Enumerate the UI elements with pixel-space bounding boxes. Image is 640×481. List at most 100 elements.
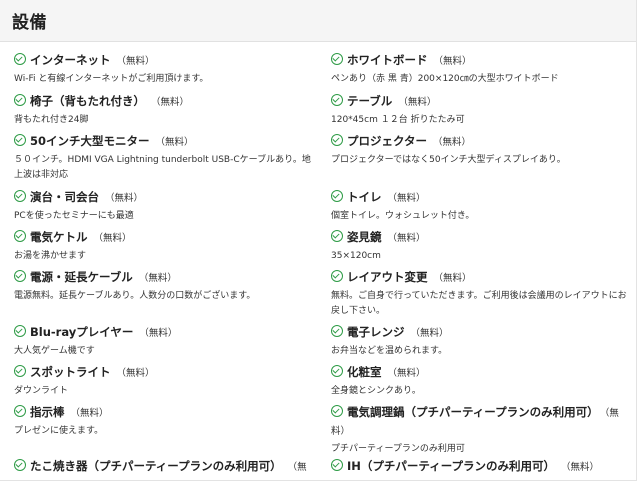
free-badge: （無料） <box>433 273 472 284</box>
item-desc: 35×120cm <box>331 251 381 261</box>
item-name: スポットライト <box>30 365 111 379</box>
item-name: 演台・司会台 <box>30 190 99 204</box>
check-circle-icon <box>14 405 26 417</box>
free-badge: （無料） <box>105 193 144 204</box>
item-desc: Wi-Fi と有線インターネットがご利用頂けます。 <box>14 74 209 84</box>
equipment-item: 電源・延長ケーブル （無料） 電源無料。延長ケーブルあり。人数分の口数がございます… <box>14 269 314 304</box>
item-name: 電気ケトル <box>30 230 88 244</box>
item-desc: ペンあり（赤 黒 青）200×120㎝の大型ホワイトボード <box>331 74 559 84</box>
equipment-item: テーブル （無料） 120*45cm １２台 折りたたみ可 <box>331 93 631 128</box>
equipment-item: ホワイトボード （無料） ペンあり（赤 黒 青）200×120㎝の大型ホワイトボー… <box>331 52 631 87</box>
free-badge: （無料） <box>116 56 155 67</box>
item-name: 50インチ大型モニター <box>30 134 150 148</box>
equipment-item: 電気ケトル （無料） お湯を沸かせます <box>14 229 314 264</box>
item-desc: お湯を沸かせます <box>14 251 87 261</box>
free-badge: （無料） <box>93 233 132 244</box>
equipment-item: 指示棒 （無料） プレゼンに使えます。 <box>14 404 314 439</box>
item-name: 電子レンジ <box>347 325 405 339</box>
item-name: テーブル <box>347 94 393 108</box>
item-name: 指示棒 <box>30 405 65 419</box>
equipment-item: トイレ （無料） 個室トイレ。ウォシュレット付き。 <box>331 189 631 224</box>
equipment-item: 椅子（背もたれ付き） （無料） 背もたれ付き24脚 <box>14 93 314 128</box>
item-name: 化粧室 <box>347 365 382 379</box>
item-desc: プロジェクターではなく50インチ大型ディスプレイあり。 <box>331 155 566 165</box>
item-name: インターネット <box>30 53 111 67</box>
item-name: Blu-rayプレイヤー <box>30 325 134 339</box>
free-badge: （無料） <box>387 368 426 379</box>
equipment-item: 50インチ大型モニター （無料） ５０インチ。HDMI VGA Lightning… <box>14 133 314 183</box>
item-desc: プチパーティープランのみ利用可 <box>331 444 465 454</box>
item-name: ホワイトボード <box>347 53 428 67</box>
equipment-item: スポットライト （無料） ダウンライト <box>14 364 314 399</box>
check-circle-icon <box>14 134 26 146</box>
free-badge: （無料） <box>387 233 426 244</box>
check-circle-icon <box>331 405 343 417</box>
section-title: 設備 <box>12 13 47 33</box>
check-circle-icon <box>14 325 26 337</box>
equipment-item: 電気調理鍋（プチパーティープランのみ利用可） （無料） プチパーティープランのみ利… <box>331 404 631 457</box>
equipment-item: 姿見鏡 （無料） 35×120cm <box>331 229 631 264</box>
equipment-item: たこ焼き器（プチパーティープランのみ利用可） （無 <box>14 458 314 478</box>
item-desc: ５０インチ。HDMI VGA Lightning tunderbolt USB-… <box>14 155 311 180</box>
check-circle-icon <box>14 94 26 106</box>
check-circle-icon <box>331 270 343 282</box>
free-badge: （無料） <box>398 97 437 108</box>
item-desc: 個室トイレ。ウォシュレット付き。 <box>331 211 475 221</box>
free-badge: （無料） <box>139 328 178 339</box>
check-circle-icon <box>14 459 26 471</box>
equipment-item: IH（プチパーティープランのみ利用可） （無料） <box>331 458 631 478</box>
item-desc: 120*45cm １２台 折りたたみ可 <box>331 115 465 125</box>
check-circle-icon <box>331 53 343 65</box>
check-circle-icon <box>331 190 343 202</box>
check-circle-icon <box>14 190 26 202</box>
free-badge: （無料） <box>70 408 109 419</box>
equipment-item: プロジェクター （無料） プロジェクターではなく50インチ大型ディスプレイあり。 <box>331 133 631 168</box>
item-name: 姿見鏡 <box>347 230 382 244</box>
card-header: 設備 <box>0 0 636 42</box>
item-desc: プレゼンに使えます。 <box>14 426 104 436</box>
free-badge: （無 <box>287 462 307 473</box>
check-circle-icon <box>331 94 343 106</box>
equipment-item: Blu-rayプレイヤー （無料） 大人気ゲーム機です <box>14 324 314 359</box>
free-badge: （無料） <box>433 56 472 67</box>
item-name: たこ焼き器（プチパーティープランのみ利用可） <box>30 459 282 473</box>
free-badge: （無料） <box>561 462 600 473</box>
check-circle-icon <box>14 230 26 242</box>
item-name: トイレ <box>347 190 382 204</box>
item-name: プロジェクター <box>347 134 428 148</box>
free-badge: （無料） <box>116 368 155 379</box>
item-name: 椅子（背もたれ付き） <box>30 94 145 108</box>
free-badge: （無料） <box>410 328 449 339</box>
equipment-item: インターネット （無料） Wi-Fi と有線インターネットがご利用頂けます。 <box>14 52 314 87</box>
item-desc: お弁当などを温められます。 <box>331 346 448 356</box>
check-circle-icon <box>14 270 26 282</box>
free-badge: （無料） <box>151 97 190 108</box>
check-circle-icon <box>331 230 343 242</box>
free-badge: （無料） <box>155 137 194 148</box>
check-circle-icon <box>14 365 26 377</box>
item-desc: ダウンライト <box>14 386 69 396</box>
item-desc: 大人気ゲーム機です <box>14 346 95 356</box>
item-desc: PCを使ったセミナーにも最適 <box>14 211 134 221</box>
item-name: 電源・延長ケーブル <box>30 270 133 284</box>
free-badge: （無料） <box>138 273 177 284</box>
free-badge: （無料） <box>433 137 472 148</box>
equipment-item: 演台・司会台 （無料） PCを使ったセミナーにも最適 <box>14 189 314 224</box>
item-name: 電気調理鍋（プチパーティープランのみ利用可） <box>347 405 599 419</box>
item-desc: 無料。ご自身で行っていただきます。ご利用後は会議用のレイアウトにお戻し下さい。 <box>331 291 627 316</box>
check-circle-icon <box>14 53 26 65</box>
item-desc: 電源無料。延長ケーブルあり。人数分の口数がございます。 <box>14 291 256 301</box>
check-circle-icon <box>331 459 343 471</box>
equipment-item: レイアウト変更 （無料） 無料。ご自身で行っていただきます。ご利用後は会議用のレイ… <box>331 269 631 319</box>
check-circle-icon <box>331 365 343 377</box>
item-name: レイアウト変更 <box>347 270 428 284</box>
equipment-item: 電子レンジ （無料） お弁当などを温められます。 <box>331 324 631 359</box>
equipment-card: 設備 インターネット （無料） Wi-Fi と有線インターネットがご利用頂けます。… <box>0 0 637 481</box>
check-circle-icon <box>331 325 343 337</box>
equipment-item: 化粧室 （無料） 全身鏡とシンクあり。 <box>331 364 631 399</box>
item-desc: 背もたれ付き24脚 <box>14 115 89 125</box>
check-circle-icon <box>331 134 343 146</box>
free-badge: （無料） <box>387 193 426 204</box>
item-name: IH（プチパーティープランのみ利用可） <box>347 459 556 473</box>
item-desc: 全身鏡とシンクあり。 <box>331 386 421 396</box>
